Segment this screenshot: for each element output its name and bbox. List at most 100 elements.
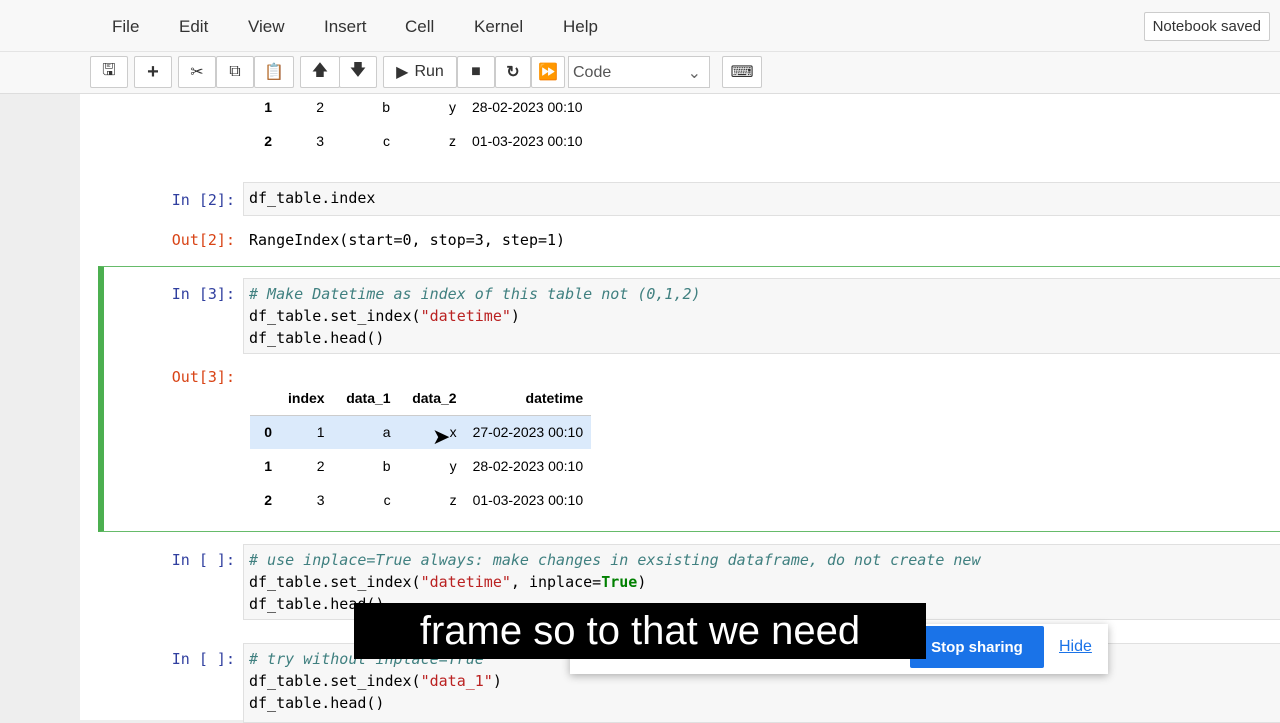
code-text: ) [637, 573, 647, 591]
paste-icon: 📋 [264, 64, 284, 81]
menu-edit[interactable]: Edit [179, 17, 208, 37]
cell: 2 [264, 492, 272, 508]
code-line: df_table.set_index("datetime") [249, 305, 1277, 327]
cell-type-select[interactable]: Code ⌄ [568, 56, 710, 88]
code-line: df_table.head() [249, 329, 385, 347]
menu-insert[interactable]: Insert [324, 17, 367, 37]
cut-button[interactable]: ✂ [178, 56, 216, 88]
code-text: df_table.set_index( [249, 573, 421, 591]
cell: z [449, 133, 456, 149]
table-row: 0 1 a x 27-02-2023 00:10 [250, 415, 592, 449]
column-header: datetime [525, 389, 584, 406]
menu-bar: File Edit View Insert Cell Kernel Help N… [0, 0, 1280, 52]
command-palette-button[interactable]: ⌨ [722, 56, 762, 88]
previous-output-table: 1 2 b y 28-02-2023 00:10 2 3 c z 01-03-2023 00:1… [250, 90, 591, 158]
arrow-down-icon: 🡇 [349, 61, 367, 79]
notebook-status: Notebook saved [1143, 12, 1270, 41]
chevron-down-icon: ⌄ [687, 65, 701, 82]
code-line: df_table.set_index("datetime", inplace=T… [249, 571, 1277, 593]
cell: y [449, 99, 456, 115]
cell-type-value: Code [573, 64, 612, 81]
menu-view[interactable]: View [248, 17, 285, 37]
column-header [250, 381, 280, 415]
copy-icon: ⧉ [229, 63, 241, 80]
code-string: "datetime" [420, 307, 511, 325]
save-button[interactable]: 🖫 [90, 56, 128, 88]
code-text: , inplace= [510, 573, 602, 591]
code-keyword: True [601, 573, 638, 591]
move-up-button[interactable]: 🡅 [300, 56, 340, 88]
paste-button[interactable]: 📋 [254, 56, 294, 88]
table-row: 2 3 c z 01-03-2023 00:10 [250, 124, 591, 158]
cell: 01-03-2023 00:10 [472, 133, 583, 149]
move-down-button[interactable]: 🡇 [339, 56, 377, 88]
code-text: ) [492, 672, 502, 690]
menu-help[interactable]: Help [563, 17, 598, 37]
copy-button[interactable]: ⧉ [216, 56, 254, 88]
table-row: 2 3 c z 01-03-2023 00:10 [250, 483, 591, 517]
run-button[interactable]: ▶ Run [383, 56, 457, 88]
code-text: df_table.set_index( [249, 307, 421, 325]
code-string: "data_1" [420, 672, 493, 690]
scissors-icon: ✂ [190, 64, 204, 81]
code-line: df_table.index [249, 189, 376, 207]
code-cell-3[interactable]: # Make Datetime as index of this table n… [243, 278, 1280, 354]
in-prompt: In [ ]: [171, 551, 235, 569]
cell: a [382, 424, 391, 441]
output-text: RangeIndex(start=0, stop=3, step=1) [249, 231, 566, 249]
column-header: index [288, 389, 325, 406]
mouse-cursor-icon: ➤ [432, 424, 451, 449]
cell: 3 [316, 492, 325, 508]
cell: 2 [316, 458, 325, 474]
cell: b [382, 99, 390, 115]
menu-kernel[interactable]: Kernel [474, 17, 523, 37]
cell: 1 [316, 424, 325, 441]
cell: 01-03-2023 00:10 [472, 492, 584, 508]
cell: b [382, 458, 391, 474]
cell: 28-02-2023 00:10 [472, 99, 583, 115]
cell: 2 [316, 99, 324, 115]
in-prompt: In [ ]: [171, 650, 235, 668]
arrow-up-icon: 🡅 [311, 61, 329, 79]
in-prompt: In [2]: [171, 191, 235, 209]
restart-button[interactable]: ↻ [495, 56, 531, 88]
table-row: 1 2 b y 28-02-2023 00:10 [250, 90, 591, 124]
cell: 27-02-2023 00:10 [472, 424, 584, 441]
code-comment: # Make Datetime as index of this table n… [249, 285, 701, 303]
out-prompt: Out[3]: [171, 368, 235, 386]
cell: 0 [264, 424, 272, 441]
menu-cell[interactable]: Cell [405, 17, 434, 37]
code-comment: # use inplace=True always: make changes … [249, 551, 981, 569]
cell: 1 [264, 99, 272, 115]
cell: y [449, 458, 457, 474]
code-text: df_table.set_index( [249, 672, 421, 690]
video-caption: frame so to that we need [354, 603, 926, 659]
save-icon: 🖫 [102, 61, 116, 79]
table-row: 1 2 b y 28-02-2023 00:10 [250, 449, 591, 483]
code-text: ) [510, 307, 520, 325]
column-header: data_1 [346, 389, 391, 406]
cell: 28-02-2023 00:10 [472, 458, 584, 474]
toolbar: 🖫 + ✂ ⧉ 📋 🡅 🡇 ▶ Run ■ ↻ ⏩ Code ⌄ ⌨ [0, 52, 1280, 94]
interrupt-button[interactable]: ■ [457, 56, 495, 88]
plus-icon: + [147, 60, 159, 83]
cell: 3 [316, 133, 324, 149]
stop-sharing-button[interactable]: Stop sharing [910, 626, 1044, 668]
hide-link[interactable]: Hide [1059, 638, 1092, 656]
run-label: Run [414, 63, 444, 80]
cell: 1 [264, 458, 272, 474]
dataframe-output-table: index data_1 data_2 datetime 0 1 a x 27-02-2… [250, 381, 592, 517]
play-icon: ▶ [396, 64, 409, 81]
code-cell-2[interactable]: df_table.index [243, 182, 1280, 216]
fast-forward-icon: ⏩ [538, 64, 558, 81]
in-prompt: In [3]: [171, 285, 235, 303]
code-string: "datetime" [420, 573, 511, 591]
table-header-row: index data_1 data_2 datetime [250, 381, 592, 415]
insert-cell-button[interactable]: + [134, 56, 172, 88]
column-header: data_2 [412, 389, 457, 406]
cell: c [383, 492, 391, 508]
cell: z [449, 492, 457, 508]
keyboard-icon: ⌨ [730, 64, 754, 81]
menu-file[interactable]: File [112, 17, 139, 37]
restart-run-all-button[interactable]: ⏩ [531, 56, 565, 88]
